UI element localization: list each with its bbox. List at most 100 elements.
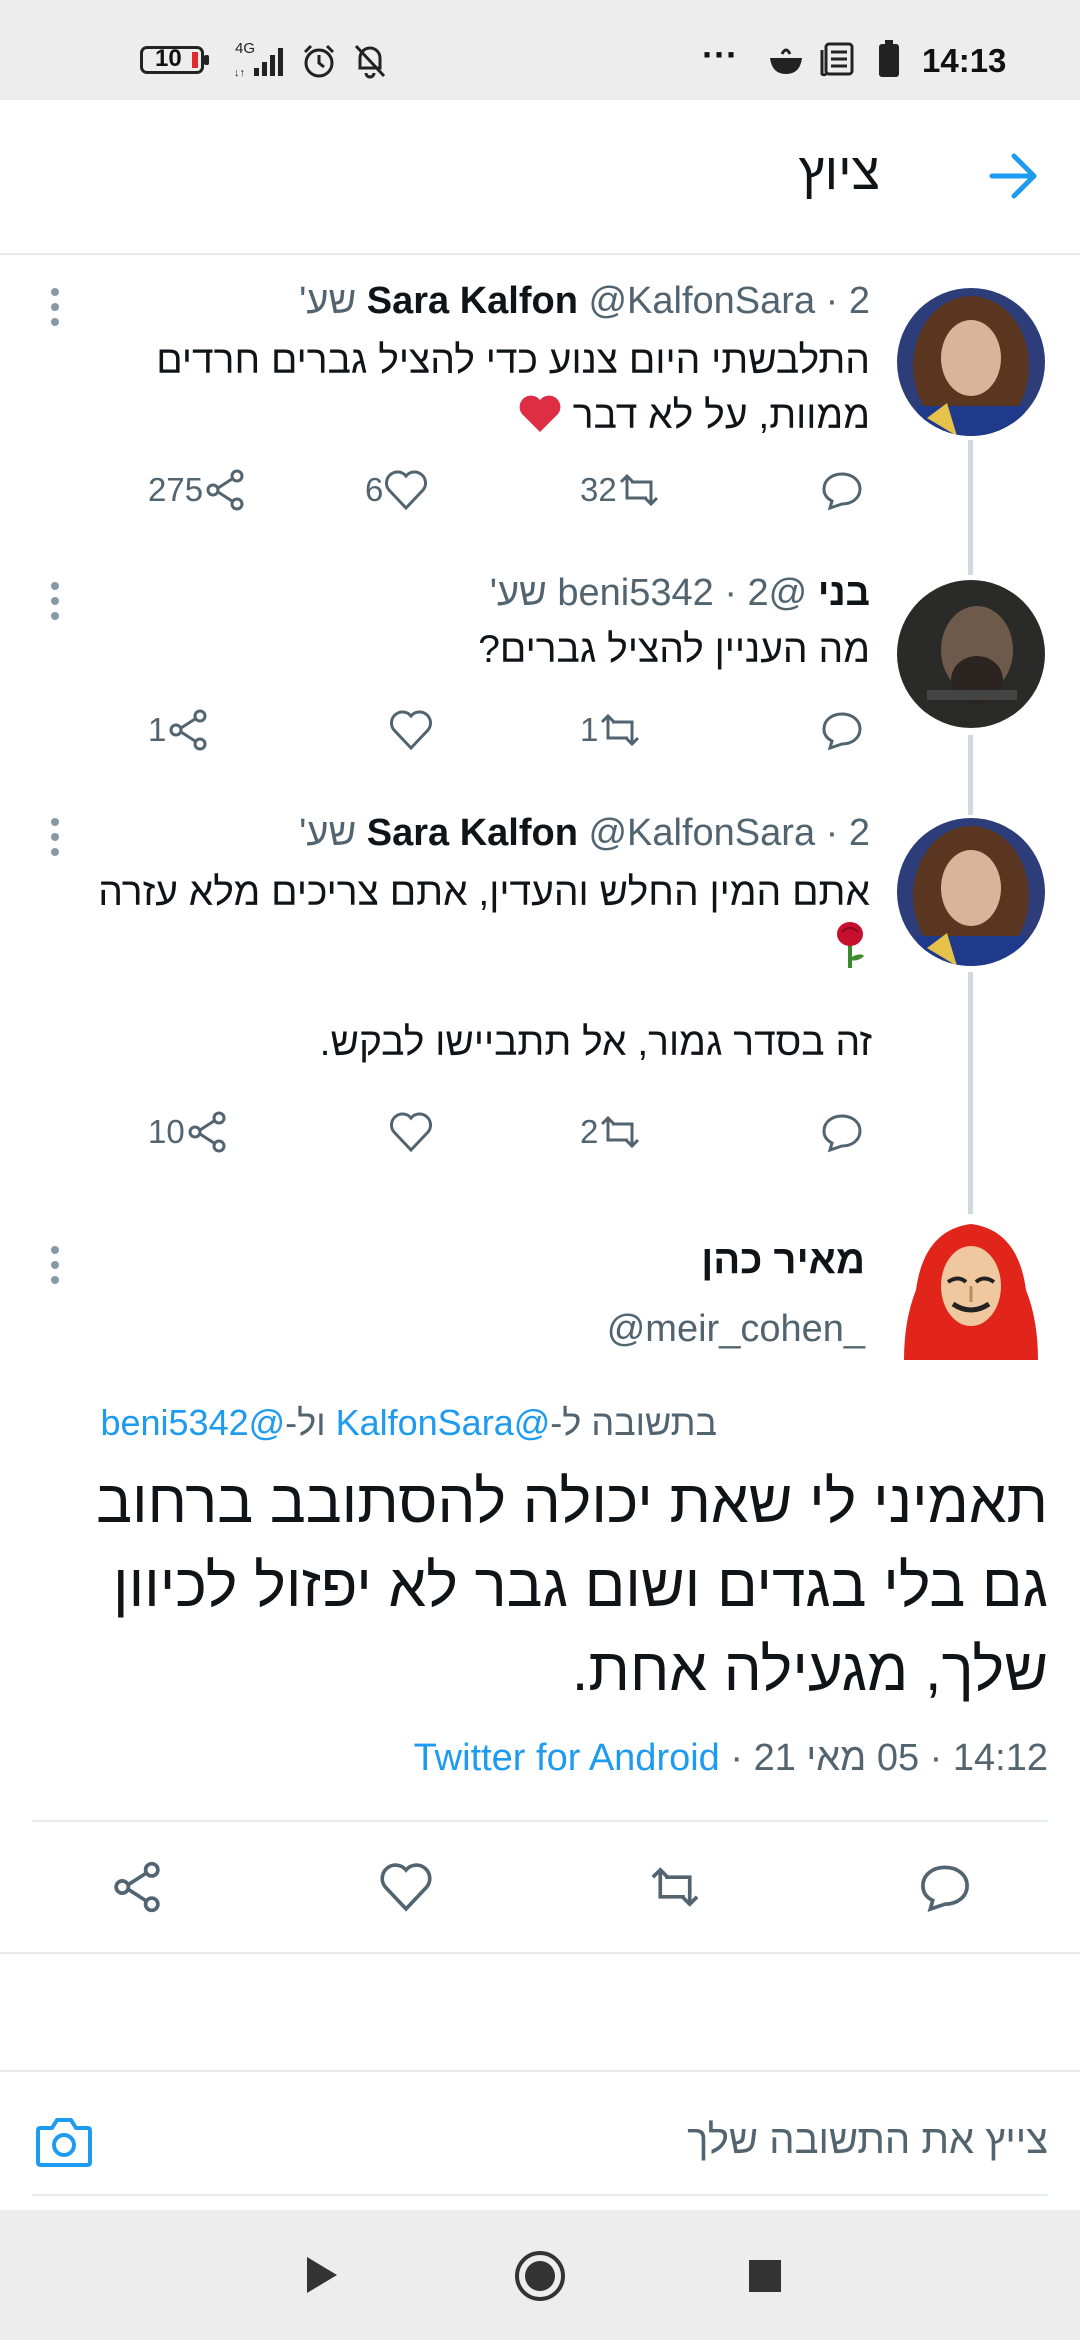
handle[interactable]: @beni5342 — [557, 572, 807, 614]
reply-button[interactable] — [820, 468, 864, 512]
like-button[interactable] — [378, 1860, 434, 1919]
retweet-icon — [601, 713, 640, 747]
tweet-header: Sara Kalfon @KalfonSara · 2 שע' — [299, 280, 870, 323]
tweet-header: Sara Kalfon @KalfonSara · 2 שע' — [299, 812, 870, 855]
heart-icon — [390, 710, 432, 751]
avatar[interactable] — [897, 818, 1045, 966]
display-name[interactable]: בני — [818, 572, 870, 614]
retweet-button[interactable]: 32 — [580, 468, 661, 512]
tweet[interactable]: בני @beni5342 · 2 שע' מה העניין להציל גב… — [0, 560, 1080, 775]
reply-mention-link[interactable]: @beni5342 — [100, 1402, 285, 1443]
signal-icon: 4G ↓↑ — [232, 40, 292, 80]
top-app-bar: ציוץ — [0, 100, 1080, 255]
more-options-icon[interactable] — [51, 582, 61, 627]
avatar[interactable] — [897, 580, 1045, 728]
tweet-text-line: ממוות, על לא דבר — [70, 388, 870, 443]
reply-input[interactable]: צייץ את התשובה שלך — [687, 2118, 1048, 2163]
share-button[interactable] — [110, 1860, 164, 1919]
tweet-source-link[interactable]: Twitter for Android — [414, 1737, 720, 1779]
status-time: 14:13 — [922, 42, 1007, 79]
tweet-text: מה העניין להציל גברים? — [70, 622, 870, 677]
like-button[interactable] — [388, 708, 434, 752]
tweet-text-line: אתם המין החלש והעדין, אתם צריכים מלא עזר… — [98, 871, 870, 914]
retweet-count: 2 — [580, 1113, 599, 1150]
like-button[interactable]: 6 — [365, 468, 429, 512]
share-count: 275 — [148, 471, 204, 508]
status-bar: 10 4G ↓↑ ··· 14:13 — [0, 0, 1080, 100]
share-count: 10 — [148, 1113, 185, 1150]
tweet-text-line: זה בסדר גמור, אל תתביישו לבקש. — [319, 1021, 872, 1064]
retweet-button[interactable]: 2 — [580, 1110, 642, 1154]
tweet-text-line: מה העניין להציל גברים? — [478, 628, 870, 671]
news-icon — [820, 42, 854, 83]
input-underline — [32, 2194, 1048, 2196]
handle[interactable]: @KalfonSara — [588, 812, 815, 854]
share-button[interactable]: 275 — [148, 468, 247, 512]
reply-icon — [921, 1865, 969, 1912]
avatar[interactable] — [897, 288, 1045, 436]
battery-level: 10 — [155, 45, 182, 72]
tweet-metadata: 14:12 · 05 מאי 21 · Twitter for Android — [413, 1737, 1048, 1779]
display-name[interactable]: Sara Kalfon — [367, 280, 578, 322]
svg-text:↓↑: ↓↑ — [234, 67, 245, 79]
heart-icon — [390, 1112, 432, 1153]
focused-tweet: מאיר כהן @meir_cohen_ בתשובה ל-@KalfonSa… — [0, 1200, 1080, 1960]
share-button[interactable]: 10 — [148, 1110, 229, 1154]
heart-icon — [385, 470, 428, 511]
share-icon — [169, 709, 207, 751]
system-navigation-bar — [0, 2210, 1080, 2340]
reply-composer-bar: צייץ את התשובה שלך — [0, 2070, 1080, 2210]
back-arrow-icon[interactable] — [988, 152, 1040, 205]
reply-button[interactable] — [918, 1860, 972, 1919]
retweet-button[interactable] — [646, 1860, 704, 1919]
cooking-icon — [768, 44, 804, 83]
reply-prefix: בתשובה ל- — [550, 1402, 717, 1443]
rose-emoji-icon — [837, 922, 864, 968]
tweet[interactable]: Sara Kalfon @KalfonSara · 2 שע' אתם המין… — [0, 800, 1080, 1180]
more-options-icon[interactable] — [51, 818, 61, 863]
recents-nav-button[interactable] — [747, 2258, 783, 2299]
retweet-button[interactable]: 1 — [580, 708, 642, 752]
tweet-date: 05 מאי 21 — [753, 1737, 920, 1779]
reply-button[interactable] — [820, 1110, 864, 1154]
tweet-time: 14:12 — [952, 1737, 1048, 1779]
display-name[interactable]: Sara Kalfon — [367, 812, 578, 854]
divider — [0, 1952, 1080, 1954]
display-name[interactable]: מאיר כהן — [701, 1238, 865, 1283]
more-options-icon[interactable] — [51, 288, 61, 333]
page-title: ציוץ — [798, 143, 880, 201]
share-button[interactable]: 1 — [148, 708, 210, 752]
heart-emoji-icon — [519, 395, 561, 432]
share-icon — [206, 469, 244, 511]
retweet-count: 1 — [580, 711, 599, 748]
tweet-text-content: ממוות, על לא דבר — [572, 394, 870, 437]
retweet-count: 32 — [580, 471, 617, 508]
back-nav-button[interactable] — [303, 2255, 339, 2300]
retweet-icon — [601, 1115, 640, 1149]
share-count: 1 — [148, 711, 167, 748]
reply-button[interactable] — [820, 708, 864, 752]
reply-context: בתשובה ל-@KalfonSara ול-@beni5342 — [100, 1402, 717, 1444]
share-icon — [114, 1861, 160, 1913]
tweet[interactable]: Sara Kalfon @KalfonSara · 2 שע' התלבשתי … — [0, 258, 1080, 548]
divider — [32, 1820, 1048, 1822]
tweet-text-line: גם בלי בגדים ושום גבר לא יפזול לכיוון — [112, 1552, 1048, 1619]
handle[interactable]: @meir_cohen_ — [607, 1308, 865, 1351]
retweet-icon — [651, 1867, 699, 1907]
home-nav-button[interactable] — [514, 2250, 566, 2307]
tweet-text-line: התלבשתי היום צנוע כדי להציל גברים חרדים — [156, 339, 870, 382]
tweet-text-line: שלך, מגעילה אחת. — [571, 1636, 1048, 1703]
handle[interactable]: @KalfonSara — [588, 280, 815, 322]
more-options-icon[interactable] — [51, 1246, 61, 1291]
like-button[interactable] — [388, 1110, 434, 1154]
tweet-text-line — [10, 920, 870, 985]
like-count: 6 — [365, 471, 384, 508]
reply-joiner: ול- — [285, 1402, 336, 1443]
avatar[interactable] — [898, 1220, 1044, 1366]
retweet-icon — [619, 473, 658, 507]
notifications-off-icon — [350, 40, 390, 85]
tweet-text: התלבשתי היום צנוע כדי להציל גברים חרדים … — [70, 333, 870, 443]
camera-icon[interactable] — [34, 2112, 94, 2175]
reply-mention-link[interactable]: @KalfonSara — [336, 1402, 551, 1443]
alarm-icon — [300, 42, 338, 85]
